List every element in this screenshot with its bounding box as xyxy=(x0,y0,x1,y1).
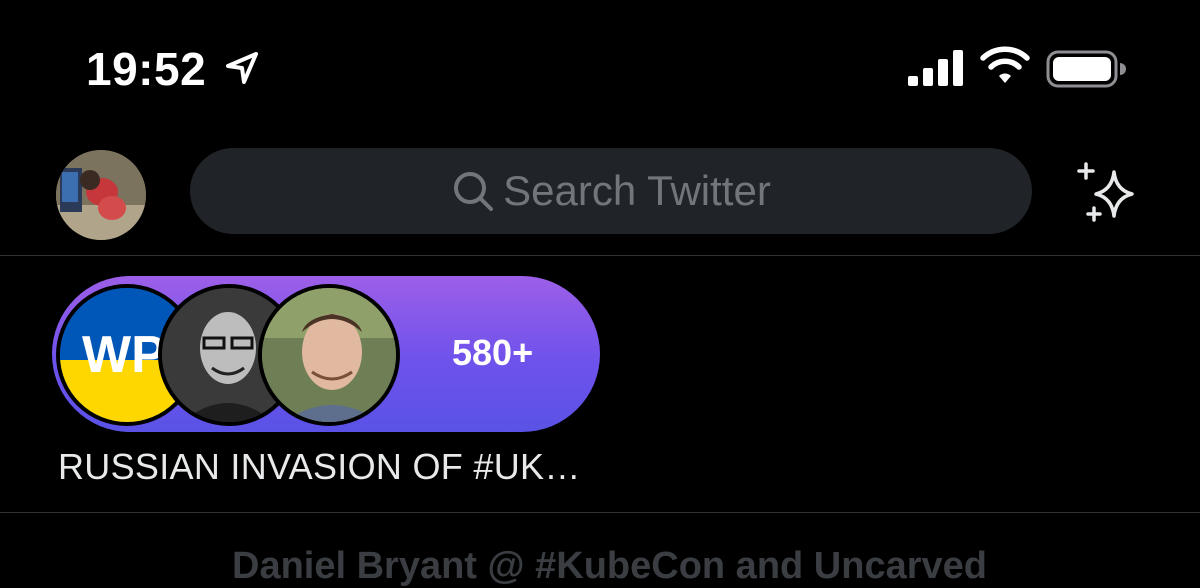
cellular-signal-icon xyxy=(908,50,963,86)
divider xyxy=(0,512,1200,513)
wifi-icon xyxy=(980,46,1030,83)
location-arrow-icon xyxy=(226,52,258,84)
status-bar: 19:52 xyxy=(0,0,1200,130)
tweet-author-name[interactable]: Daniel Bryant @ #KubeCon and Uncarved xyxy=(232,545,987,588)
space-title[interactable]: RUSSIAN INVASION OF #UK… xyxy=(58,446,581,488)
sparkle-icon[interactable] xyxy=(1074,162,1144,226)
status-time: 19:52 xyxy=(86,43,207,95)
space-card[interactable]: WP 580+ xyxy=(52,276,600,432)
top-bar: Search Twitter xyxy=(0,130,1200,254)
divider xyxy=(0,255,1200,256)
space-host-badge-text: WP xyxy=(82,326,166,384)
profile-photo xyxy=(56,150,146,240)
search-icon xyxy=(454,172,494,211)
space-listener-count: 580+ xyxy=(452,332,534,373)
profile-avatar[interactable] xyxy=(56,150,146,240)
battery-icon xyxy=(1046,50,1126,88)
search-placeholder: Search Twitter xyxy=(503,167,771,214)
space-host-avatar-3 xyxy=(258,284,400,426)
search-input[interactable]: Search Twitter xyxy=(190,148,1032,234)
